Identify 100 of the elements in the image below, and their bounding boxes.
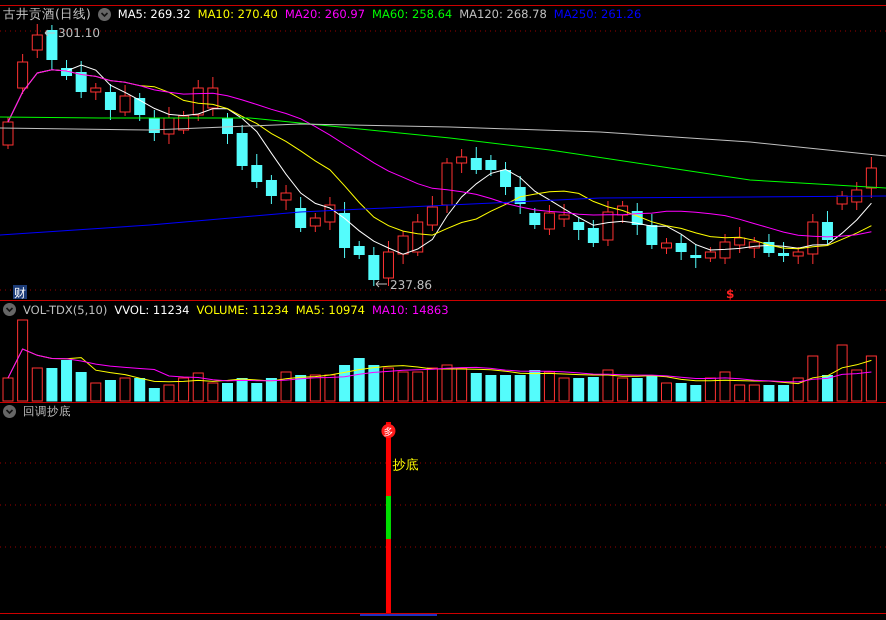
volume-bar (280, 372, 292, 402)
volume-bar (236, 378, 248, 402)
candlestick (485, 154, 496, 176)
volume-bar (251, 383, 262, 402)
volume-bar (382, 368, 394, 402)
candlestick (734, 226, 746, 254)
volume-bar (192, 372, 204, 402)
candlestick (163, 106, 174, 144)
candlestick (222, 112, 233, 144)
volume-bar (778, 385, 790, 402)
volume-bar (354, 358, 365, 402)
candlestick (266, 174, 277, 204)
candlestick (207, 76, 218, 116)
volume-legend-value: VOLUME: 11234 (196, 302, 289, 316)
volume-bar (661, 382, 672, 402)
candlestick (398, 230, 409, 264)
volume-bar (748, 384, 760, 402)
volume-bar (324, 374, 336, 402)
event-marker[interactable]: $ (726, 287, 734, 300)
candlestick (368, 246, 380, 286)
volume-bar (134, 378, 146, 402)
candlestick (704, 246, 716, 262)
candlestick (236, 124, 248, 170)
volume-bar (588, 377, 599, 402)
volume-bar (46, 368, 58, 402)
arrow-icon (44, 30, 56, 36)
dropdown-icon[interactable] (3, 405, 16, 418)
candlestick (617, 200, 628, 224)
volume-bar (720, 372, 731, 402)
candlestick (251, 154, 262, 188)
finance-badge[interactable]: 财 (13, 285, 27, 300)
candlestick (529, 208, 540, 230)
candlestick (310, 212, 321, 232)
candlestick (602, 200, 614, 246)
candlestick (646, 214, 658, 250)
candlestick (104, 84, 116, 120)
candlestick (280, 184, 292, 210)
dropdown-icon[interactable] (3, 303, 16, 316)
chart-title: 古井贡酒(日线) (3, 6, 91, 22)
volume-bar (412, 372, 424, 402)
candlestick (836, 190, 848, 210)
dropdown-icon[interactable] (98, 8, 111, 20)
candlestick (354, 240, 365, 260)
candlestick (558, 204, 570, 228)
ma-legend-value: MA120: 268.78 (459, 7, 547, 21)
volume-bar (120, 378, 131, 402)
candlestick (573, 216, 584, 240)
candlestick (339, 202, 350, 258)
volume-bar (500, 375, 512, 402)
candlestick (178, 110, 190, 134)
candlestick (851, 182, 862, 210)
volume-bar (851, 370, 862, 402)
candlestick (470, 146, 482, 174)
ma-legend-value: MA5: 269.32 (118, 7, 191, 21)
candlestick (822, 210, 833, 244)
candlestick (748, 236, 760, 258)
candlestick (76, 60, 87, 98)
volume-bar (485, 375, 496, 402)
candlestick (778, 242, 790, 262)
volume-bar (544, 372, 555, 402)
candlestick (676, 234, 687, 260)
volume-bar (456, 368, 468, 402)
volume-bar (558, 378, 570, 402)
volume-bar (836, 344, 848, 402)
volume-bar (792, 378, 804, 402)
ma-legend-value: MA60: 258.64 (372, 7, 452, 21)
volume-bar (32, 368, 43, 402)
volume-legend-value: MA5: 10974 (296, 302, 365, 316)
candlestick (32, 24, 43, 58)
candlestick (192, 80, 204, 122)
candlestick (90, 82, 102, 100)
volume-bar (398, 372, 409, 402)
candlestick (148, 110, 160, 142)
volume-bar (310, 374, 321, 402)
volume-bar (104, 380, 116, 402)
arrow-icon (376, 280, 388, 288)
signal-label: 抄底 (392, 458, 418, 473)
candlestick (807, 214, 818, 264)
volume-bar (163, 384, 174, 402)
volume-bar (266, 378, 277, 402)
volume-bar (690, 385, 702, 402)
signal-badge: 多 (381, 424, 396, 438)
ma-legend-value: MA250: 261.26 (554, 7, 642, 21)
volume-legend-value: VVOL: 11234 (114, 302, 190, 316)
candlestick (866, 156, 877, 198)
volume-legend-value: MA10: 14863 (372, 302, 449, 316)
volume-bar (602, 370, 614, 402)
volume-bar (426, 368, 438, 402)
volume-bar (763, 385, 774, 402)
candlestick (324, 196, 336, 230)
volume-bar (295, 375, 306, 402)
volume-bar (61, 360, 72, 402)
volume-bar (90, 382, 102, 402)
volume-bar (866, 356, 877, 402)
candlestick (661, 238, 672, 254)
volume-bar (470, 373, 482, 402)
high-price-label: 301.10 (58, 26, 100, 40)
volume-bar (514, 375, 526, 402)
candlestick (720, 234, 731, 264)
volume-bar (368, 365, 380, 402)
